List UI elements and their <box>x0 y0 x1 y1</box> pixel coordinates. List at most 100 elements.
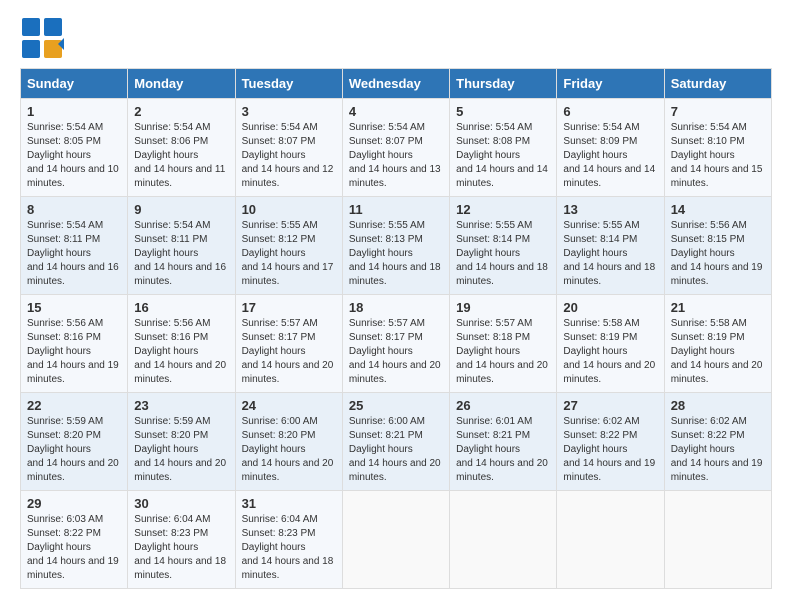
calendar-cell: 31 Sunrise: 6:04 AM Sunset: 8:23 PM Dayl… <box>235 491 342 589</box>
calendar-cell: 6 Sunrise: 5:54 AM Sunset: 8:09 PM Dayli… <box>557 99 664 197</box>
calendar-week-row: 8 Sunrise: 5:54 AM Sunset: 8:11 PM Dayli… <box>21 197 772 295</box>
calendar-header-row: SundayMondayTuesdayWednesdayThursdayFrid… <box>21 69 772 99</box>
header-wednesday: Wednesday <box>342 69 449 99</box>
day-number: 13 <box>563 202 657 217</box>
day-number: 7 <box>671 104 765 119</box>
day-info: Sunrise: 6:03 AM Sunset: 8:22 PM Dayligh… <box>27 513 121 583</box>
calendar-week-row: 29 Sunrise: 6:03 AM Sunset: 8:22 PM Dayl… <box>21 491 772 589</box>
calendar-cell: 16 Sunrise: 5:56 AM Sunset: 8:16 PM Dayl… <box>128 295 235 393</box>
calendar-cell: 15 Sunrise: 5:56 AM Sunset: 8:16 PM Dayl… <box>21 295 128 393</box>
header-sunday: Sunday <box>21 69 128 99</box>
day-number: 11 <box>349 202 443 217</box>
day-info: Sunrise: 5:58 AM Sunset: 8:19 PM Dayligh… <box>563 317 657 387</box>
calendar-cell: 25 Sunrise: 6:00 AM Sunset: 8:21 PM Dayl… <box>342 393 449 491</box>
day-number: 25 <box>349 398 443 413</box>
day-number: 26 <box>456 398 550 413</box>
day-number: 6 <box>563 104 657 119</box>
day-number: 3 <box>242 104 336 119</box>
calendar-cell: 2 Sunrise: 5:54 AM Sunset: 8:06 PM Dayli… <box>128 99 235 197</box>
calendar-cell <box>664 491 771 589</box>
day-info: Sunrise: 5:54 AM Sunset: 8:10 PM Dayligh… <box>671 121 765 191</box>
day-number: 12 <box>456 202 550 217</box>
day-info: Sunrise: 5:54 AM Sunset: 8:11 PM Dayligh… <box>134 219 228 289</box>
day-info: Sunrise: 5:55 AM Sunset: 8:14 PM Dayligh… <box>456 219 550 289</box>
calendar-cell: 28 Sunrise: 6:02 AM Sunset: 8:22 PM Dayl… <box>664 393 771 491</box>
day-number: 30 <box>134 496 228 511</box>
day-info: Sunrise: 5:56 AM Sunset: 8:16 PM Dayligh… <box>27 317 121 387</box>
calendar-cell: 26 Sunrise: 6:01 AM Sunset: 8:21 PM Dayl… <box>450 393 557 491</box>
calendar-cell: 20 Sunrise: 5:58 AM Sunset: 8:19 PM Dayl… <box>557 295 664 393</box>
calendar-cell: 4 Sunrise: 5:54 AM Sunset: 8:07 PM Dayli… <box>342 99 449 197</box>
day-number: 16 <box>134 300 228 315</box>
day-number: 23 <box>134 398 228 413</box>
day-info: Sunrise: 6:00 AM Sunset: 8:20 PM Dayligh… <box>242 415 336 485</box>
calendar-cell: 21 Sunrise: 5:58 AM Sunset: 8:19 PM Dayl… <box>664 295 771 393</box>
day-info: Sunrise: 6:02 AM Sunset: 8:22 PM Dayligh… <box>563 415 657 485</box>
day-info: Sunrise: 5:54 AM Sunset: 8:06 PM Dayligh… <box>134 121 228 191</box>
day-info: Sunrise: 5:57 AM Sunset: 8:17 PM Dayligh… <box>242 317 336 387</box>
day-info: Sunrise: 6:00 AM Sunset: 8:21 PM Dayligh… <box>349 415 443 485</box>
day-info: Sunrise: 5:56 AM Sunset: 8:16 PM Dayligh… <box>134 317 228 387</box>
calendar-cell: 1 Sunrise: 5:54 AM Sunset: 8:05 PM Dayli… <box>21 99 128 197</box>
day-number: 31 <box>242 496 336 511</box>
day-info: Sunrise: 5:58 AM Sunset: 8:19 PM Dayligh… <box>671 317 765 387</box>
day-info: Sunrise: 5:54 AM Sunset: 8:07 PM Dayligh… <box>242 121 336 191</box>
day-number: 20 <box>563 300 657 315</box>
calendar-cell <box>450 491 557 589</box>
calendar-cell: 5 Sunrise: 5:54 AM Sunset: 8:08 PM Dayli… <box>450 99 557 197</box>
page-header <box>20 16 772 60</box>
day-info: Sunrise: 5:55 AM Sunset: 8:14 PM Dayligh… <box>563 219 657 289</box>
day-number: 18 <box>349 300 443 315</box>
day-info: Sunrise: 6:01 AM Sunset: 8:21 PM Dayligh… <box>456 415 550 485</box>
day-info: Sunrise: 5:54 AM Sunset: 8:08 PM Dayligh… <box>456 121 550 191</box>
day-info: Sunrise: 5:56 AM Sunset: 8:15 PM Dayligh… <box>671 219 765 289</box>
calendar-cell: 12 Sunrise: 5:55 AM Sunset: 8:14 PM Dayl… <box>450 197 557 295</box>
calendar-cell: 23 Sunrise: 5:59 AM Sunset: 8:20 PM Dayl… <box>128 393 235 491</box>
day-number: 9 <box>134 202 228 217</box>
day-number: 19 <box>456 300 550 315</box>
day-number: 22 <box>27 398 121 413</box>
calendar-cell: 13 Sunrise: 5:55 AM Sunset: 8:14 PM Dayl… <box>557 197 664 295</box>
calendar-table: SundayMondayTuesdayWednesdayThursdayFrid… <box>20 68 772 589</box>
day-info: Sunrise: 6:04 AM Sunset: 8:23 PM Dayligh… <box>242 513 336 583</box>
header-thursday: Thursday <box>450 69 557 99</box>
day-number: 29 <box>27 496 121 511</box>
calendar-cell: 22 Sunrise: 5:59 AM Sunset: 8:20 PM Dayl… <box>21 393 128 491</box>
header-saturday: Saturday <box>664 69 771 99</box>
calendar-cell: 30 Sunrise: 6:04 AM Sunset: 8:23 PM Dayl… <box>128 491 235 589</box>
day-number: 15 <box>27 300 121 315</box>
day-info: Sunrise: 5:59 AM Sunset: 8:20 PM Dayligh… <box>27 415 121 485</box>
calendar-cell: 9 Sunrise: 5:54 AM Sunset: 8:11 PM Dayli… <box>128 197 235 295</box>
day-number: 24 <box>242 398 336 413</box>
day-info: Sunrise: 5:54 AM Sunset: 8:07 PM Dayligh… <box>349 121 443 191</box>
logo <box>20 16 68 60</box>
header-tuesday: Tuesday <box>235 69 342 99</box>
day-number: 2 <box>134 104 228 119</box>
day-info: Sunrise: 5:57 AM Sunset: 8:18 PM Dayligh… <box>456 317 550 387</box>
day-info: Sunrise: 5:59 AM Sunset: 8:20 PM Dayligh… <box>134 415 228 485</box>
calendar-week-row: 1 Sunrise: 5:54 AM Sunset: 8:05 PM Dayli… <box>21 99 772 197</box>
header-friday: Friday <box>557 69 664 99</box>
day-info: Sunrise: 5:54 AM Sunset: 8:09 PM Dayligh… <box>563 121 657 191</box>
day-info: Sunrise: 5:54 AM Sunset: 8:11 PM Dayligh… <box>27 219 121 289</box>
calendar-cell <box>557 491 664 589</box>
calendar-cell: 7 Sunrise: 5:54 AM Sunset: 8:10 PM Dayli… <box>664 99 771 197</box>
day-info: Sunrise: 5:54 AM Sunset: 8:05 PM Dayligh… <box>27 121 121 191</box>
calendar-week-row: 22 Sunrise: 5:59 AM Sunset: 8:20 PM Dayl… <box>21 393 772 491</box>
calendar-week-row: 15 Sunrise: 5:56 AM Sunset: 8:16 PM Dayl… <box>21 295 772 393</box>
calendar-cell: 29 Sunrise: 6:03 AM Sunset: 8:22 PM Dayl… <box>21 491 128 589</box>
day-info: Sunrise: 5:57 AM Sunset: 8:17 PM Dayligh… <box>349 317 443 387</box>
calendar-cell: 10 Sunrise: 5:55 AM Sunset: 8:12 PM Dayl… <box>235 197 342 295</box>
day-info: Sunrise: 6:04 AM Sunset: 8:23 PM Dayligh… <box>134 513 228 583</box>
day-number: 10 <box>242 202 336 217</box>
calendar-cell: 14 Sunrise: 5:56 AM Sunset: 8:15 PM Dayl… <box>664 197 771 295</box>
calendar-cell <box>342 491 449 589</box>
day-number: 4 <box>349 104 443 119</box>
day-info: Sunrise: 5:55 AM Sunset: 8:12 PM Dayligh… <box>242 219 336 289</box>
calendar-cell: 24 Sunrise: 6:00 AM Sunset: 8:20 PM Dayl… <box>235 393 342 491</box>
calendar-cell: 8 Sunrise: 5:54 AM Sunset: 8:11 PM Dayli… <box>21 197 128 295</box>
calendar-cell: 3 Sunrise: 5:54 AM Sunset: 8:07 PM Dayli… <box>235 99 342 197</box>
day-number: 28 <box>671 398 765 413</box>
calendar-cell: 17 Sunrise: 5:57 AM Sunset: 8:17 PM Dayl… <box>235 295 342 393</box>
day-number: 14 <box>671 202 765 217</box>
